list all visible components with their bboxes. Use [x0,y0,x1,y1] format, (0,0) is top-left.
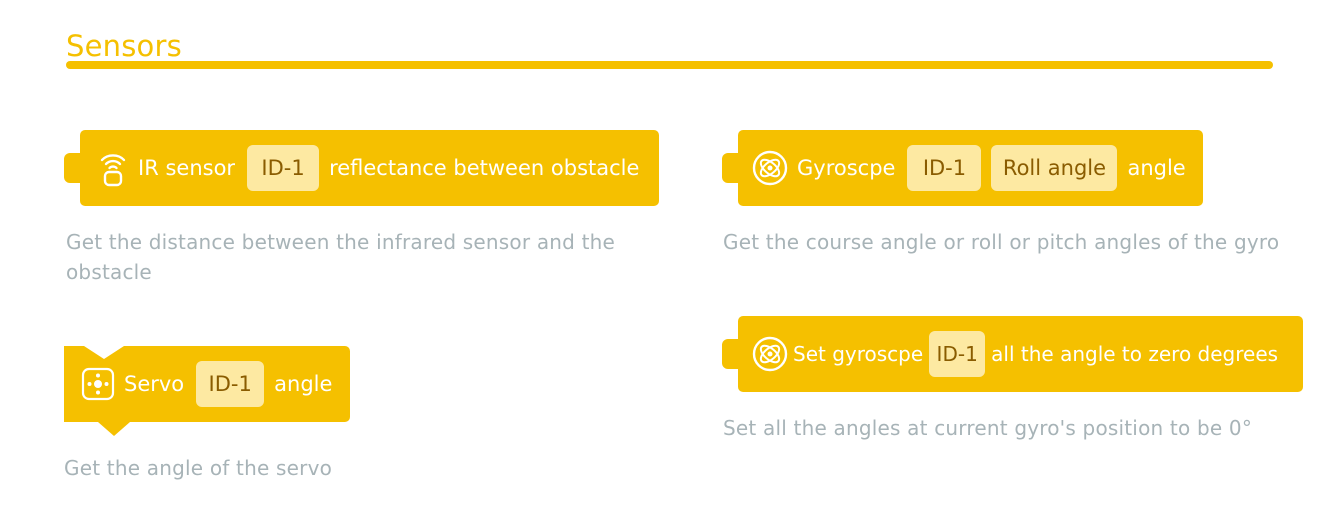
gyroscope-angle-select[interactable]: Roll angle [991,145,1118,191]
gyroscope-suffix: angle [1127,156,1186,180]
gyroscope-reset-block-wrapper: Set gyroscpe ID-1 all the angle to zero … [722,316,1304,392]
servo-id-field[interactable]: ID-1 [196,361,265,407]
ir-sensor-description: Get the distance between the infrared se… [66,230,616,284]
servo-description: Get the angle of the servo [64,456,333,480]
block-top-notch [84,346,124,359]
gyroscope-icon [751,149,789,187]
servo-label: Servo [124,372,185,396]
section-title: Sensors [66,29,182,63]
gyroscope-block[interactable]: Gyroscpe ID-1 Roll angle angle [738,130,1203,206]
gyroscope-reset-suffix: all the angle to zero degrees [991,342,1279,366]
block-bottom-tab [98,422,130,436]
gyroscope-id-field[interactable]: ID-1 [907,145,982,191]
ir-sensor-suffix: reflectance between obstacle [329,156,640,180]
servo-suffix: angle [274,372,333,396]
servo-block[interactable]: Servo ID-1 angle [64,346,350,436]
gyroscope-description: Get the course angle or roll or pitch an… [723,230,1280,254]
gyroscope-reset-block[interactable]: Set gyroscpe ID-1 all the angle to zero … [738,316,1303,392]
ir-sensor-block-wrapper: IR sensor ID-1 reflectance between obsta… [64,130,660,206]
section-divider [66,61,1273,69]
servo-icon [80,366,116,402]
ir-sensor-block[interactable]: IR sensor ID-1 reflectance between obsta… [80,130,659,206]
gyroscope-block-wrapper: Gyroscpe ID-1 Roll angle angle [722,130,1204,206]
gyroscope-label: Gyroscpe [797,156,896,180]
ir-sensor-id-field[interactable]: ID-1 [247,145,320,191]
ir-sensor-label: IR sensor [138,156,236,180]
gyroscope-icon [751,335,789,373]
gyroscope-reset-label: Set gyroscpe [793,342,924,366]
gyroscope-reset-description: Set all the angles at current gyro's pos… [723,416,1253,440]
ir-sensor-icon [96,148,130,188]
gyroscope-reset-id-field[interactable]: ID-1 [929,331,986,377]
